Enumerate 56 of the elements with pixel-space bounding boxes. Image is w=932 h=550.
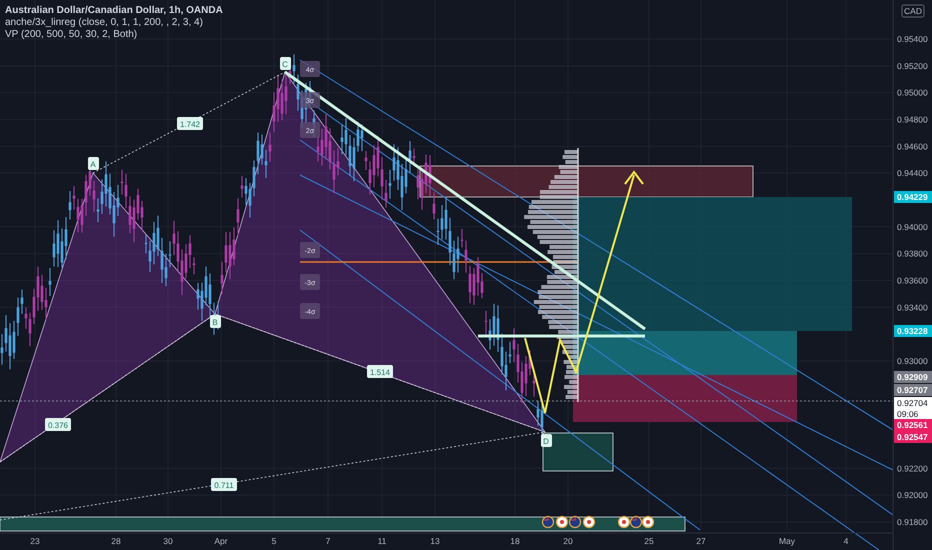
pattern-point-label: B [210, 315, 221, 328]
time-tick: 20 [563, 536, 573, 546]
pattern-point-label: A [88, 157, 99, 170]
event-flag-icon[interactable] [618, 516, 630, 528]
chart-title: Australian Dollar/Canadian Dollar, 1h, OANDA [5, 5, 223, 16]
price-marker-label: 0.92909 [897, 372, 928, 382]
target-box [542, 432, 614, 472]
currency-button[interactable]: CAD [902, 4, 924, 18]
price-tick: 0.93000 [897, 356, 928, 366]
price-tick: 0.91800 [897, 516, 928, 527]
time-tick: Apr [214, 536, 228, 546]
event-flag-icon[interactable] [642, 516, 654, 528]
time-tick: 28 [111, 536, 121, 546]
time-tick: 11 [378, 536, 386, 546]
event-flag-icon[interactable] [568, 516, 582, 528]
price-marker-label: 0.94229 [897, 192, 928, 202]
price-marker-label: 0.92707 [897, 385, 928, 395]
ratio-label: 0.376 [45, 418, 71, 431]
time-tick: 4 [844, 536, 848, 546]
ratio-label: 1.742 [177, 117, 203, 130]
price-tick: 0.94800 [897, 114, 928, 124]
countdown-label: 09:06 [897, 409, 918, 419]
price-marker-label: 0.92561 [897, 420, 928, 430]
time-tick: 5 [272, 536, 276, 546]
time-tick: 27 [696, 536, 706, 546]
price-tick: 0.94000 [897, 222, 928, 232]
price-tick: 0.95000 [897, 88, 928, 98]
price-marker-label: 0.93228 [897, 326, 928, 336]
price-tick: 0.92200 [897, 463, 928, 474]
time-tick: 30 [163, 536, 173, 546]
time-tick: 13 [430, 536, 440, 546]
price-tick: 0.94400 [897, 168, 928, 178]
time-tick: 23 [30, 536, 40, 546]
event-flag-icon[interactable] [556, 516, 568, 528]
pattern-point-label: C [280, 57, 291, 70]
time-tick: 25 [644, 536, 654, 546]
price-tick: 0.94600 [897, 141, 928, 152]
event-flag-icon[interactable] [582, 516, 596, 528]
price-marker-label: 0.92547 [897, 432, 928, 442]
event-flag-icon[interactable] [630, 516, 642, 528]
pattern-point-label: D [541, 434, 552, 447]
price-tick: 0.93800 [897, 248, 928, 259]
ratio-label: 1.514 [367, 365, 393, 378]
price-tick: 0.93400 [897, 302, 928, 312]
price-tick: 0.95400 [897, 34, 928, 44]
time-tick: 7 [326, 536, 330, 546]
time-tick: 18 [510, 536, 520, 546]
ratio-label: 0.711 [211, 478, 237, 491]
price-marker-label: 0.92704 [897, 398, 928, 408]
time-tick: May [778, 536, 796, 546]
indicator-legend[interactable]: VP (200, 500, 50, 30, 2, Both) [5, 29, 223, 40]
price-tick: 0.92000 [897, 490, 928, 500]
price-tick: 0.95200 [897, 60, 928, 71]
event-flag-icon[interactable] [542, 516, 554, 528]
indicator-legend[interactable]: anche/3x_linreg (close, 0, 1, 1, 200, , 2, 3, 4) [5, 17, 223, 28]
price-tick: 0.93600 [897, 275, 928, 286]
